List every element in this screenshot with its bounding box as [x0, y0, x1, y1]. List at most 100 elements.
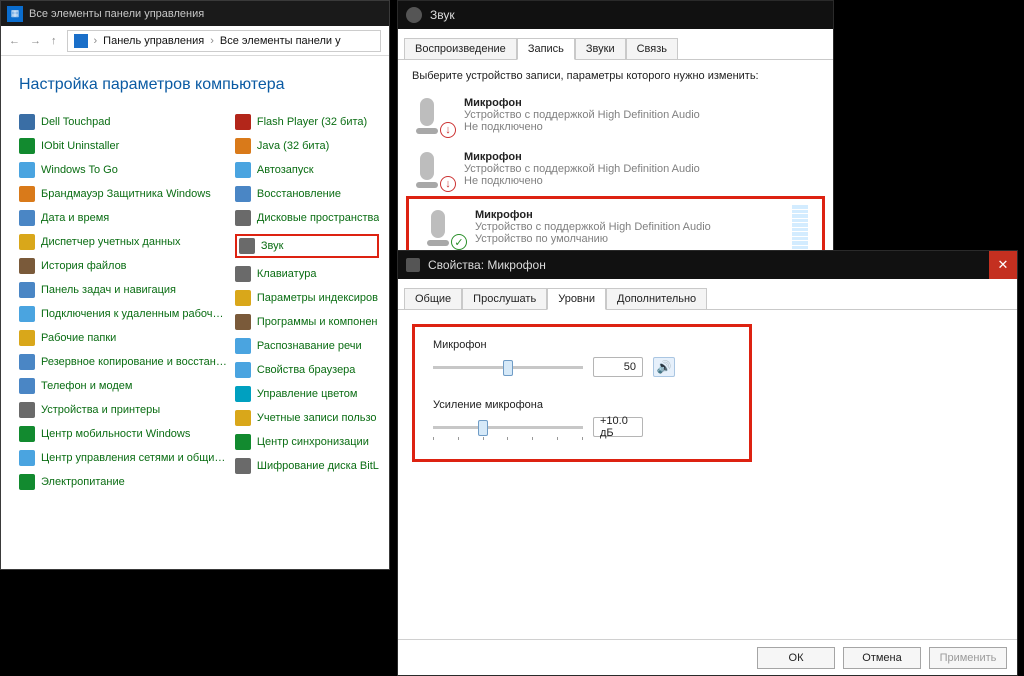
cp-item-label: Рабочие папки: [41, 332, 116, 344]
cp-item[interactable]: Центр управления сетями и общи…: [19, 450, 227, 466]
control-panel-icon: ▦: [7, 6, 23, 22]
nav-back-icon[interactable]: ←: [9, 35, 20, 47]
cp-item[interactable]: Flash Player (32 бита): [235, 114, 380, 130]
sound-titlebar: Звук: [398, 1, 833, 29]
cp-item[interactable]: Дисковые пространства: [235, 210, 380, 226]
cp-item[interactable]: Распознавание речи: [235, 338, 380, 354]
cp-item[interactable]: Свойства браузера: [235, 362, 380, 378]
prop-body: Микрофон 50 🔊 Усиление микрофона: [398, 310, 1017, 476]
cp-item[interactable]: Рабочие папки: [19, 330, 227, 346]
nav-forward-icon[interactable]: →: [30, 35, 41, 47]
cp-item[interactable]: Диспетчер учетных данных: [19, 234, 227, 250]
cp-item-icon: [235, 386, 251, 402]
prop-tab[interactable]: Прослушать: [462, 288, 547, 310]
cp-item[interactable]: Шифрование диска BitL: [235, 458, 380, 474]
cp-item-label: Восстановление: [257, 188, 341, 200]
cp-navbar: ← → ↑ › Панель управления › Все элементы…: [1, 26, 389, 56]
sound-title: Звук: [430, 8, 455, 22]
level-meter: [792, 205, 808, 249]
cp-item[interactable]: Центр мобильности Windows: [19, 426, 227, 442]
device-status: Не подключено: [464, 121, 819, 133]
cp-item[interactable]: Дата и время: [19, 210, 227, 226]
cp-item-icon: [235, 290, 251, 306]
cp-item[interactable]: Управление цветом: [235, 386, 380, 402]
cp-item-icon: [19, 138, 35, 154]
cp-item[interactable]: Программы и компонен: [235, 314, 380, 330]
sound-tab[interactable]: Воспроизведение: [404, 38, 517, 60]
cp-item-icon: [235, 162, 251, 178]
cp-item-icon: [19, 114, 35, 130]
cp-item-icon: [19, 402, 35, 418]
device-name: Микрофон: [475, 209, 782, 221]
cp-item[interactable]: Резервное копирование и восстан…: [19, 354, 227, 370]
cp-item[interactable]: Панель задач и навигация: [19, 282, 227, 298]
cp-item-label: Автозапуск: [257, 164, 314, 176]
ok-button[interactable]: ОК: [757, 647, 835, 669]
boost-value[interactable]: +10.0 дБ: [593, 417, 643, 437]
sound-device[interactable]: ↓МикрофонУстройство с поддержкой High De…: [398, 142, 833, 196]
cp-item-label: Клавиатура: [257, 268, 317, 280]
cp-item[interactable]: Параметры индексиров: [235, 290, 380, 306]
sound-tab[interactable]: Запись: [517, 38, 575, 60]
cp-item[interactable]: История файлов: [19, 258, 227, 274]
cp-item-label: Параметры индексиров: [257, 292, 378, 304]
sound-tab[interactable]: Звуки: [575, 38, 626, 60]
mic-level-slider[interactable]: [433, 358, 583, 376]
cp-item[interactable]: Windows To Go: [19, 162, 227, 178]
cp-item[interactable]: Dell Touchpad: [19, 114, 227, 130]
microphone-device-icon: ✓: [423, 206, 465, 248]
levels-highlight: Микрофон 50 🔊 Усиление микрофона: [412, 324, 752, 462]
mic-level-value[interactable]: 50: [593, 357, 643, 377]
close-button[interactable]: ✕: [989, 251, 1017, 279]
sound-hint: Выберите устройство записи, параметры ко…: [398, 60, 833, 88]
prop-tab[interactable]: Дополнительно: [606, 288, 707, 310]
cp-item[interactable]: Центр синхронизации: [235, 434, 380, 450]
cp-item-label: Flash Player (32 бита): [257, 116, 367, 128]
cp-item-icon: [19, 354, 35, 370]
device-status: Устройство по умолчанию: [475, 233, 782, 245]
nav-up-icon[interactable]: ↑: [51, 35, 57, 47]
cp-item-label: Электропитание: [41, 476, 125, 488]
prop-tab[interactable]: Уровни: [547, 288, 606, 310]
cp-item-icon: [19, 210, 35, 226]
cp-item[interactable]: Учетные записи пользо: [235, 410, 380, 426]
cp-item[interactable]: Устройства и принтеры: [19, 402, 227, 418]
cp-item[interactable]: Восстановление: [235, 186, 380, 202]
prop-tab[interactable]: Общие: [404, 288, 462, 310]
cp-item[interactable]: Java (32 бита): [235, 138, 380, 154]
cp-item[interactable]: Телефон и модем: [19, 378, 227, 394]
cp-item-icon: [235, 114, 251, 130]
breadcrumb-leaf: Все элементы панели у: [220, 35, 341, 47]
cp-item-icon: [19, 186, 35, 202]
cp-item-label: Диспетчер учетных данных: [41, 236, 181, 248]
cp-item-label: Учетные записи пользо: [257, 412, 377, 424]
cp-item[interactable]: Звук: [235, 234, 380, 258]
cp-item-icon: [19, 258, 35, 274]
cp-item-icon: [235, 314, 251, 330]
boost-slider[interactable]: [433, 418, 583, 436]
cp-item[interactable]: IObit Uninstaller: [19, 138, 227, 154]
cp-item[interactable]: Брандмауэр Защитника Windows: [19, 186, 227, 202]
cp-item[interactable]: Электропитание: [19, 474, 227, 490]
mute-button[interactable]: 🔊: [653, 357, 675, 377]
sound-device-list: ↓МикрофонУстройство с поддержкой High De…: [398, 88, 833, 258]
cp-item[interactable]: Подключения к удаленным рабоч…: [19, 306, 227, 322]
breadcrumb-icon: [74, 34, 88, 48]
cp-item-icon: [235, 434, 251, 450]
sound-tab[interactable]: Связь: [626, 38, 678, 60]
cp-item-label: Dell Touchpad: [41, 116, 111, 128]
sound-device[interactable]: ↓МикрофонУстройство с поддержкой High De…: [398, 88, 833, 142]
breadcrumb[interactable]: › Панель управления › Все элементы панел…: [67, 30, 382, 52]
sound-device[interactable]: ✓МикрофонУстройство с поддержкой High De…: [406, 196, 825, 258]
cp-item-label: Windows To Go: [41, 164, 118, 176]
cp-heading: Настройка параметров компьютера: [19, 76, 371, 94]
cp-item-label: Дисковые пространства: [257, 212, 380, 224]
cp-item-icon: [19, 306, 35, 322]
apply-button[interactable]: Применить: [929, 647, 1007, 669]
cp-col-2: Flash Player (32 бита) Java (32 бита) Авто…: [235, 114, 380, 490]
cp-item-label: Центр управления сетями и общи…: [41, 452, 225, 464]
cp-item-label: Дата и время: [41, 212, 109, 224]
cp-item[interactable]: Клавиатура: [235, 266, 380, 282]
cancel-button[interactable]: Отмена: [843, 647, 921, 669]
cp-item[interactable]: Автозапуск: [235, 162, 380, 178]
